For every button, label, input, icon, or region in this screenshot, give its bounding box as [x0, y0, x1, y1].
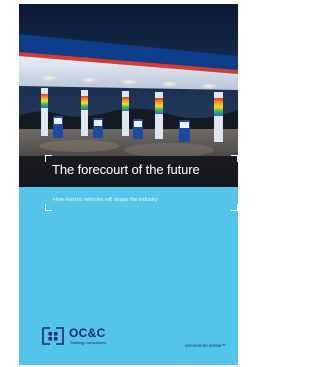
frame-corner-top-left: [45, 155, 52, 162]
frame-corner-bottom-left: [45, 204, 52, 211]
cover-title: The forecourt of the future: [52, 162, 200, 177]
brand-name: OC&C: [69, 326, 106, 340]
cover-subtitle: How electric vehicles will shape the ind…: [53, 197, 158, 203]
brand-subtitle: Strategy consultants: [70, 340, 107, 345]
occ-logo-icon: [42, 327, 64, 345]
frame-corner-top-right: [231, 155, 238, 162]
report-cover: The forecourt of the future How electric…: [19, 4, 238, 365]
brand-tagline: uncommon sense™: [185, 343, 226, 348]
frame-corner-bottom-right: [231, 204, 238, 211]
